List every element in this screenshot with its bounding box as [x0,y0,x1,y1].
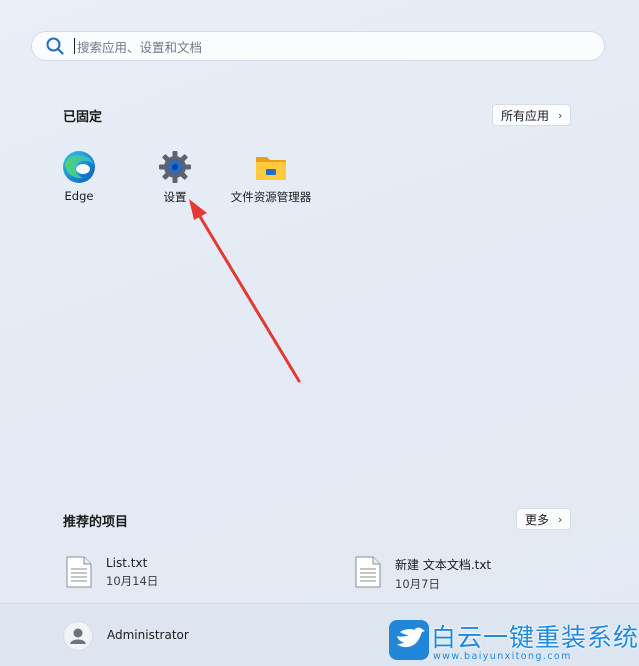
app-label-edge: Edge [64,189,94,203]
watermark: 白云一键重装系统 www.baiyunxitong.com [386,615,639,666]
all-apps-button[interactable]: 所有应用 › [492,104,572,126]
pinned-app-edge[interactable]: Edge [29,149,129,203]
edge-icon [63,151,95,183]
all-apps-label: 所有应用 [501,108,550,123]
search-box[interactable]: 搜索应用、设置和文档 [31,31,605,61]
recommended-item[interactable]: 新建 文本文档.txt 10月7日 [355,556,491,592]
recommended-item-date: 10月7日 [395,577,440,591]
pinned-section-title: 已固定 [63,110,103,125]
text-caret [74,38,75,54]
search-icon [46,37,64,55]
user-name[interactable]: Administrator [107,628,189,642]
folder-icon [256,157,286,180]
user-avatar[interactable] [63,621,93,651]
watermark-logo [389,620,429,660]
app-label-file-explorer: 文件资源管理器 [230,190,312,204]
search-placeholder: 搜索应用、设置和文档 [77,39,203,55]
text-document-icon [66,556,92,588]
chevron-right-icon: › [558,108,563,122]
watermark-url: www.baiyunxitong.com [433,651,572,662]
recommended-item-name: 新建 文本文档.txt [395,558,492,572]
pinned-app-settings[interactable]: 设置 [125,149,225,205]
more-label: 更多 [525,512,550,527]
user-icon [70,628,86,644]
chevron-right-icon: › [558,512,563,526]
text-document-icon [355,556,381,588]
recommended-item-date: 10月14日 [106,574,159,588]
bird-icon [397,627,425,648]
pinned-app-file-explorer[interactable]: 文件资源管理器 [221,149,321,205]
recommended-section-title: 推荐的项目 [63,515,129,530]
watermark-brand: 白云一键重装系统 [431,623,639,652]
app-label-settings: 设置 [163,190,187,204]
recommended-item[interactable]: List.txt 10月14日 [66,556,158,589]
settings-gear-icon [159,151,191,183]
more-button[interactable]: 更多 › [516,508,572,530]
recommended-item-name: List.txt [106,556,148,570]
